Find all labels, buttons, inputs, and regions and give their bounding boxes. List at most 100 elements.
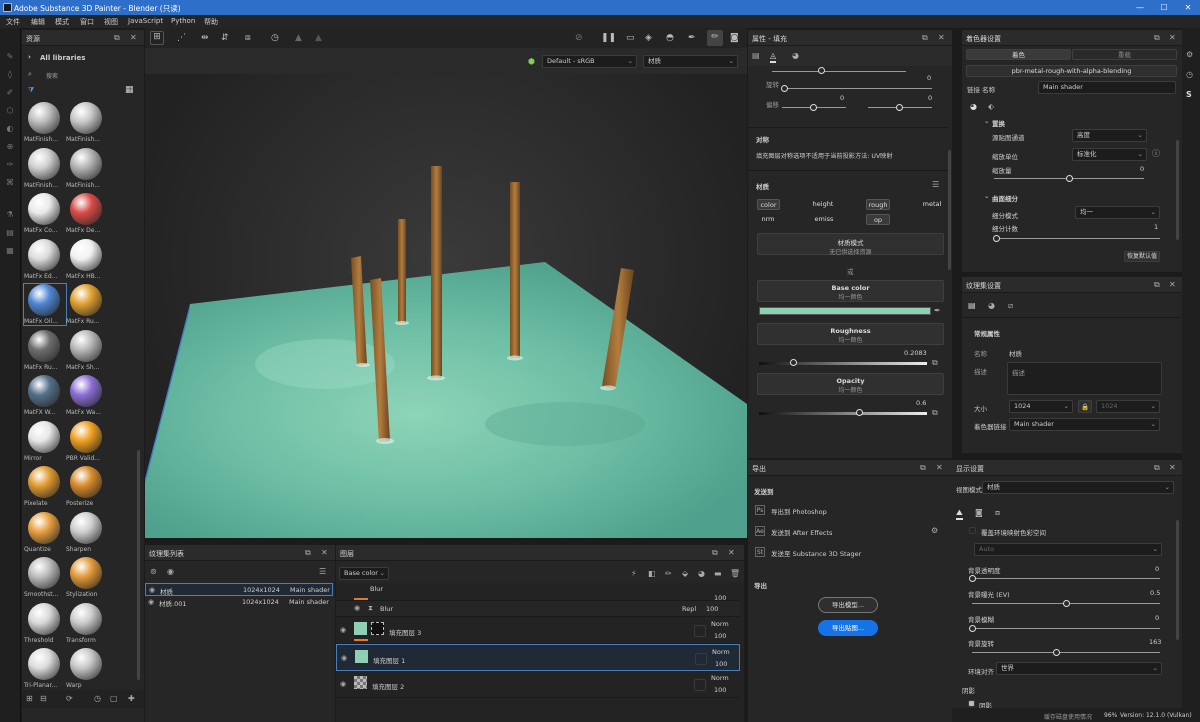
eye-icon[interactable]: ◉ [340,680,346,688]
fill-layer-icon[interactable]: ⬙ [682,569,688,579]
mask-icon[interactable]: ◧ [648,569,656,579]
close-icon[interactable]: ✕ [1169,280,1176,289]
rotation-knob[interactable] [781,85,788,92]
asset-item[interactable]: Transform [66,602,108,644]
material-layer-icon[interactable]: ◕ [698,569,705,579]
layer-blend[interactable]: Norm [711,620,729,628]
asset-item[interactable]: MatFx Ru... [24,329,66,371]
3d-viewport[interactable] [145,74,747,538]
camera-off-icon[interactable]: ⊘ [575,33,583,43]
chevron-right-icon[interactable]: › [28,53,31,61]
projection-icon[interactable]: ✐ [5,88,15,98]
bg-opacity-knob[interactable] [968,575,976,582]
opacity-button[interactable]: Opacity 均一颜色 [757,373,944,395]
asset-item[interactable]: Threshold [24,602,66,644]
close-icon[interactable]: ✕ [1169,33,1176,42]
bg-rotation-slider[interactable] [972,652,1160,653]
layer-row[interactable]: ◉ 填充图层 2 Norm 100 [336,671,740,698]
base-color-swatch[interactable] [759,307,931,315]
close-icon[interactable]: ✕ [938,33,945,42]
asset-item[interactable]: MatFinish... [24,147,66,189]
asset-item[interactable]: MatFinish... [66,147,108,189]
settings-icon[interactable]: ⚙ [1186,50,1193,60]
clone-icon[interactable]: ⊕ [5,142,15,152]
list-icon[interactable]: ☰ [932,180,939,190]
eraser-icon[interactable]: ◊ [5,70,15,80]
view-mode-dropdown[interactable]: 材质 ⌄ [643,55,738,68]
bg-rotation-knob[interactable] [1053,649,1061,656]
substance-icon[interactable]: S [1186,90,1192,100]
link-name-input[interactable]: Main shader [1038,81,1176,94]
snap-icon[interactable]: ⋰ [177,33,186,43]
document-icon[interactable]: ▦ [5,246,15,256]
offset-y-knob[interactable] [896,104,903,111]
link-icon[interactable]: ⧉ [932,358,938,368]
source-dropdown[interactable]: 高度 ⌄ [1072,129,1147,142]
layer-stack-icon[interactable]: ▤ [5,228,15,238]
asset-item[interactable]: MatFinish... [24,102,66,143]
layer-blend[interactable]: Norm [711,674,729,682]
material-picker-icon[interactable]: ✑ [5,160,15,170]
layer-opacity[interactable]: 100 [715,660,727,668]
asset-item[interactable]: Tri-Planar... [24,648,66,689]
properties-scrollbar[interactable] [948,150,951,270]
asset-item[interactable]: MatFx De... [66,193,108,234]
send-after-effects[interactable]: 发送到 After Effects [771,527,832,537]
channel-emiss-chip[interactable]: emiss [812,214,836,225]
close-icon[interactable]: ✕ [321,548,328,557]
channel-height-chip[interactable]: height [810,199,836,210]
menu-help[interactable]: 帮助 [204,17,218,27]
add-icon[interactable]: ✚ [128,694,135,704]
layer-effect-row[interactable]: ◉ ⧗ Blur Repl 100 [336,601,740,617]
reset-defaults-button[interactable]: 恢复默认值 [1124,251,1160,262]
sphere-icon[interactable]: ◕ [988,301,995,311]
layer-opacity[interactable]: 100 [714,686,726,694]
assets-scrollbar[interactable] [137,450,140,680]
material-mode-button[interactable]: 材质模式 无已供选择资源 [757,233,944,256]
add-effect-icon[interactable]: ⚡ [631,569,637,579]
sphere-icon[interactable]: ◕ [970,102,977,112]
sphere-icon[interactable]: ◓ [666,33,674,43]
link-icon[interactable]: ⧉ [932,408,938,418]
texture-set-icon[interactable]: ▤ [968,301,976,311]
shader-link-dropdown[interactable]: Main shader ⌄ [1009,418,1160,431]
asset-item[interactable]: Sharpen [66,511,108,553]
history-icon[interactable]: ◷ [1186,70,1193,80]
tessellation-section[interactable]: 曲面细分 [992,193,1018,203]
eye-icon[interactable]: ◉ [341,654,347,662]
cube-icon[interactable]: ◈ [645,33,652,43]
tess-count-slider[interactable] [994,238,1160,239]
asset-item[interactable]: Mirror [24,420,66,462]
env-colorspace-checkbox[interactable] [969,527,976,534]
top-slider[interactable] [772,71,906,72]
layer-channel-box[interactable] [694,679,706,691]
env-colorspace-dropdown[interactable]: Auto ⌄ [974,543,1162,556]
menu-javascript[interactable]: JavaScript [128,17,163,25]
close-icon[interactable]: ✕ [728,548,735,557]
eyedropper-icon[interactable]: ✒ [934,306,941,316]
screenshot-icon[interactable]: ◙ [730,33,739,43]
asset-item[interactable]: MatFx Wa... [66,375,108,416]
minimize-button[interactable]: — [1128,1,1152,14]
asset-item[interactable]: MatFx Ed... [24,238,66,280]
filter-icon[interactable]: ⧩ [28,86,34,95]
asset-item[interactable]: Smoothst... [24,557,66,598]
texture-set-row[interactable]: ◉ 材质.001 1024x1024 Main shader [145,596,333,609]
description-input[interactable]: 描述 [1007,362,1162,395]
bg-opacity-slider[interactable] [972,578,1160,579]
history-icon[interactable]: ◷ [271,33,279,43]
eye-icon[interactable]: ◉ [167,567,174,577]
top-slider-knob[interactable] [818,67,825,74]
eye-icon[interactable]: ◉ [354,604,360,612]
roughness-slider[interactable] [759,362,927,365]
symmetry-x-icon[interactable]: ⇹ [201,33,209,43]
menu-python[interactable]: Python [171,17,195,25]
asset-item[interactable]: MatFx Sh... [66,329,108,371]
delete-icon[interactable]: 🗑 [730,569,740,579]
pause-icon[interactable]: ❚❚ [601,33,616,43]
visibility-toggle-icon[interactable]: ⊚ [150,567,157,577]
shader-scrollbar[interactable] [1176,140,1179,240]
rotation-slider[interactable] [782,88,932,89]
float-icon[interactable]: ⧉ [114,33,120,43]
channel-nrm-chip[interactable]: nrm [758,214,778,225]
